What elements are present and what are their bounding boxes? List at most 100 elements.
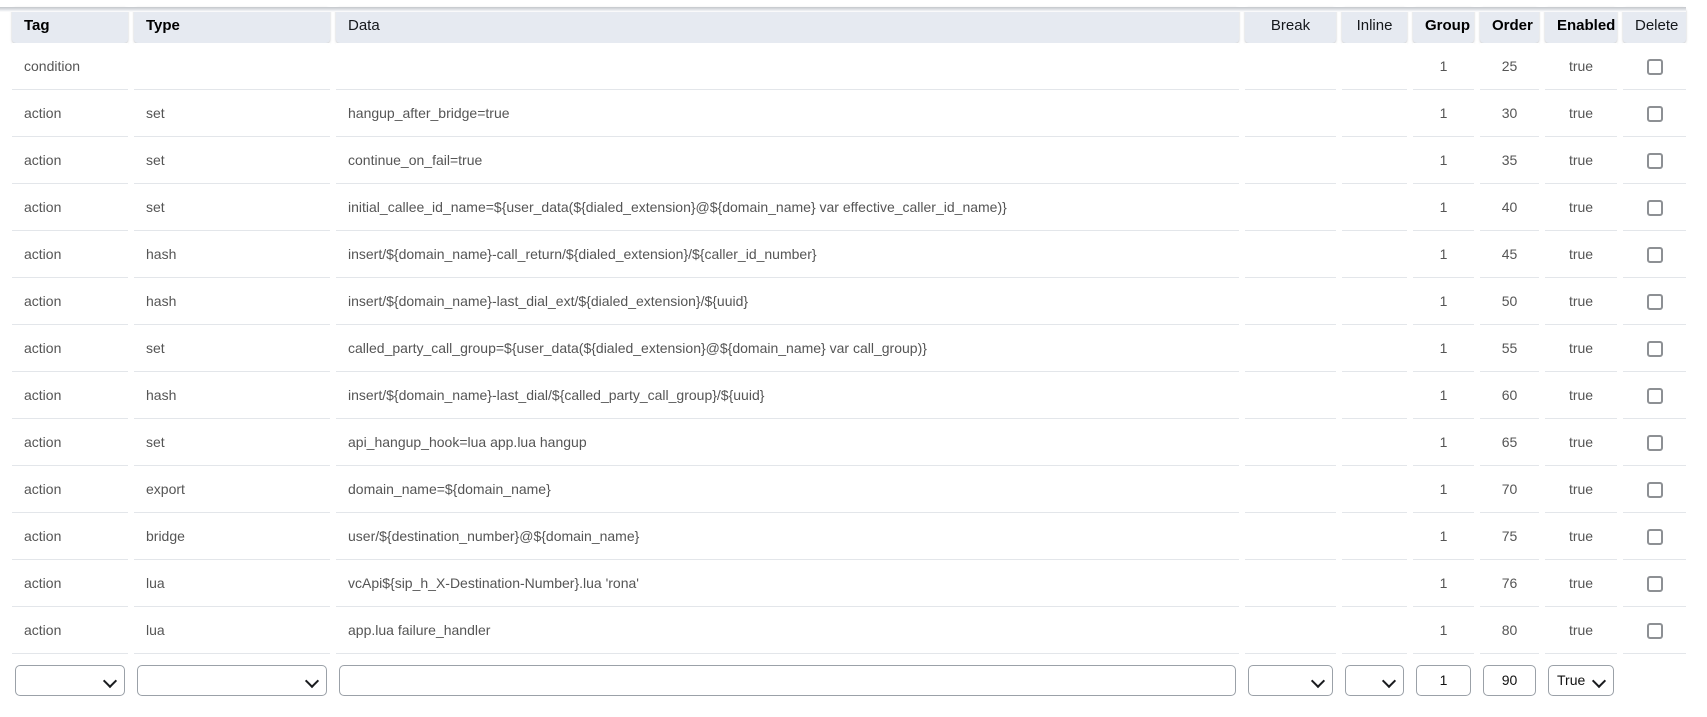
cell-group: 1	[1413, 184, 1474, 231]
cell-type: set	[134, 419, 330, 466]
dialplan-row: action set hangup_after_bridge=true 1 30…	[12, 90, 1686, 137]
delete-checkbox[interactable]	[1647, 576, 1663, 592]
cell-data: api_hangup_hook=lua app.lua hangup	[336, 419, 1239, 466]
delete-checkbox[interactable]	[1647, 341, 1663, 357]
form-cell-order	[1480, 654, 1539, 706]
cell-tag: action	[12, 607, 128, 654]
new-entry-form-row: True	[12, 654, 1686, 706]
cell-data: insert/${domain_name}-last_dial_ext/${di…	[336, 278, 1239, 325]
type-select[interactable]	[137, 665, 327, 696]
cell-tag: action	[12, 184, 128, 231]
cell-tag: action	[12, 231, 128, 278]
cell-group: 1	[1413, 231, 1474, 278]
data-input[interactable]	[339, 665, 1236, 696]
cell-data: app.lua failure_handler	[336, 607, 1239, 654]
delete-checkbox[interactable]	[1647, 529, 1663, 545]
cell-data	[336, 43, 1239, 90]
cell-delete	[1623, 184, 1686, 231]
cell-delete	[1623, 90, 1686, 137]
order-input[interactable]	[1483, 665, 1536, 696]
cell-order: 40	[1480, 184, 1539, 231]
cell-type: bridge	[134, 513, 330, 560]
form-cell-enabled: True	[1545, 654, 1617, 706]
cell-data: continue_on_fail=true	[336, 137, 1239, 184]
cell-order: 65	[1480, 419, 1539, 466]
delete-checkbox[interactable]	[1647, 294, 1663, 310]
group-input[interactable]	[1416, 665, 1471, 696]
cell-group: 1	[1413, 607, 1474, 654]
cell-inline	[1342, 372, 1407, 419]
cell-data: domain_name=${domain_name}	[336, 466, 1239, 513]
delete-checkbox[interactable]	[1647, 59, 1663, 75]
column-header-break[interactable]: Break	[1245, 7, 1336, 43]
cell-group: 1	[1413, 43, 1474, 90]
cell-delete	[1623, 560, 1686, 607]
cell-inline	[1342, 43, 1407, 90]
cell-inline	[1342, 513, 1407, 560]
cell-type: set	[134, 137, 330, 184]
cell-tag: action	[12, 90, 128, 137]
enabled-select[interactable]: True	[1548, 665, 1614, 696]
cell-inline	[1342, 90, 1407, 137]
delete-checkbox[interactable]	[1647, 482, 1663, 498]
cell-enabled: true	[1545, 419, 1617, 466]
cell-tag: action	[12, 513, 128, 560]
cell-enabled: true	[1545, 184, 1617, 231]
dialplan-row: action export domain_name=${domain_name}…	[12, 466, 1686, 513]
cell-type: lua	[134, 560, 330, 607]
cell-delete	[1623, 513, 1686, 560]
cell-break	[1245, 372, 1336, 419]
cell-order: 50	[1480, 278, 1539, 325]
cell-enabled: true	[1545, 325, 1617, 372]
delete-checkbox[interactable]	[1647, 623, 1663, 639]
cell-type: hash	[134, 231, 330, 278]
dialplan-row: action hash insert/${domain_name}-last_d…	[12, 372, 1686, 419]
column-header-delete[interactable]: Delete	[1623, 7, 1686, 43]
cell-order: 70	[1480, 466, 1539, 513]
column-header-data[interactable]: Data	[336, 7, 1239, 43]
delete-checkbox[interactable]	[1647, 153, 1663, 169]
cell-break	[1245, 513, 1336, 560]
break-select[interactable]	[1248, 665, 1333, 696]
cell-tag: action	[12, 372, 128, 419]
form-cell-tag	[12, 654, 128, 706]
cell-break	[1245, 466, 1336, 513]
cell-break	[1245, 278, 1336, 325]
cell-enabled: true	[1545, 560, 1617, 607]
column-header-enabled[interactable]: Enabled	[1545, 7, 1617, 43]
tag-select[interactable]	[15, 665, 125, 696]
cell-delete	[1623, 231, 1686, 278]
cell-delete	[1623, 43, 1686, 90]
cell-type: hash	[134, 278, 330, 325]
cell-group: 1	[1413, 466, 1474, 513]
cell-group: 1	[1413, 278, 1474, 325]
cell-enabled: true	[1545, 137, 1617, 184]
cell-break	[1245, 137, 1336, 184]
cell-enabled: true	[1545, 231, 1617, 278]
delete-checkbox[interactable]	[1647, 247, 1663, 263]
cell-break	[1245, 231, 1336, 278]
dialplan-details-table: Tag Type Data Break Inline Group Order E…	[6, 7, 1692, 706]
cell-order: 80	[1480, 607, 1539, 654]
top-scroll-shadow	[0, 7, 1686, 12]
column-header-order[interactable]: Order	[1480, 7, 1539, 43]
cell-order: 30	[1480, 90, 1539, 137]
delete-checkbox[interactable]	[1647, 388, 1663, 404]
delete-checkbox[interactable]	[1647, 200, 1663, 216]
cell-group: 1	[1413, 137, 1474, 184]
dialplan-row: action hash insert/${domain_name}-call_r…	[12, 231, 1686, 278]
column-header-type[interactable]: Type	[134, 7, 330, 43]
delete-checkbox[interactable]	[1647, 435, 1663, 451]
cell-type: export	[134, 466, 330, 513]
inline-select[interactable]	[1345, 665, 1404, 696]
cell-group: 1	[1413, 372, 1474, 419]
column-header-group[interactable]: Group	[1413, 7, 1474, 43]
dialplan-row: action set continue_on_fail=true 1 35 tr…	[12, 137, 1686, 184]
delete-checkbox[interactable]	[1647, 106, 1663, 122]
column-header-inline[interactable]: Inline	[1342, 7, 1407, 43]
cell-inline	[1342, 560, 1407, 607]
cell-group: 1	[1413, 419, 1474, 466]
column-header-tag[interactable]: Tag	[12, 7, 128, 43]
cell-inline	[1342, 231, 1407, 278]
cell-break	[1245, 419, 1336, 466]
